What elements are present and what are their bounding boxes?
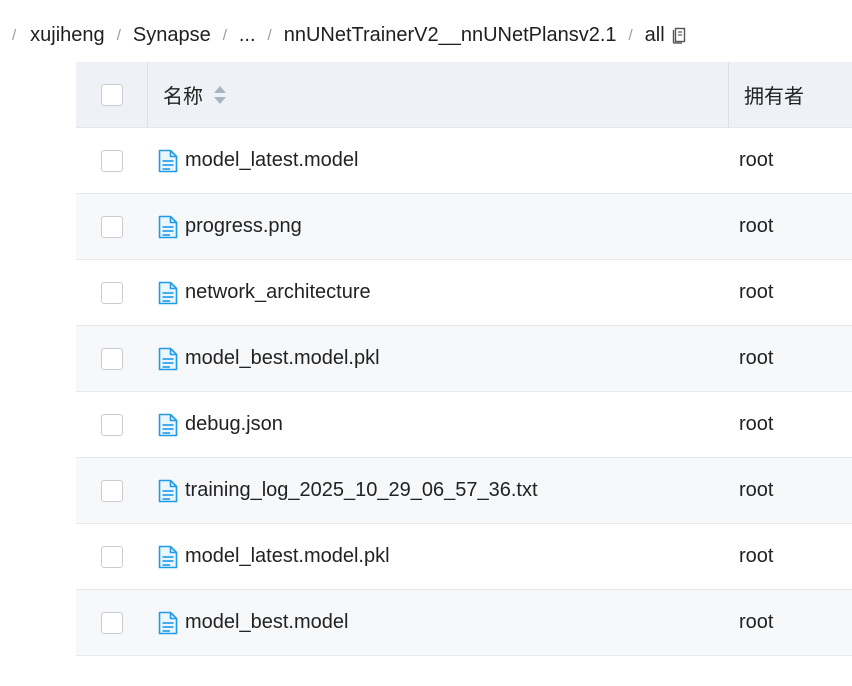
file-name-link[interactable]: network_architecture <box>185 281 371 304</box>
file-name-cell: network_architecture <box>147 281 728 305</box>
table-row[interactable]: model_best.model root <box>76 590 852 656</box>
row-checkbox-cell <box>76 281 147 304</box>
table-header: 名称 拥有者 <box>76 62 852 128</box>
table-row[interactable]: model_best.model.pkl root <box>76 326 852 392</box>
copy-icon[interactable] <box>671 26 687 44</box>
file-name-cell: model_latest.model.pkl <box>147 545 728 569</box>
row-checkbox[interactable] <box>100 215 123 238</box>
file-name-cell: model_latest.model <box>147 149 728 173</box>
row-checkbox-cell <box>76 479 147 502</box>
table-row[interactable]: progress.png root <box>76 194 852 260</box>
file-icon <box>158 149 178 173</box>
breadcrumb-separator: / <box>267 26 272 44</box>
file-name-cell: progress.png <box>147 215 728 239</box>
file-owner: root <box>739 479 774 501</box>
breadcrumb-item-trainer[interactable]: nnUNetTrainerV2__nnUNetPlansv2.1 <box>284 24 617 47</box>
table-row[interactable]: model_latest.model root <box>76 128 852 194</box>
column-header-owner: 拥有者 <box>729 62 852 127</box>
file-name-link[interactable]: progress.png <box>185 215 302 238</box>
row-checkbox[interactable] <box>100 281 123 304</box>
row-checkbox[interactable] <box>100 545 123 568</box>
file-icon <box>158 479 178 503</box>
table-row[interactable]: model_latest.model.pkl root <box>76 524 852 590</box>
breadcrumb-separator: / <box>222 26 227 44</box>
breadcrumb-separator: / <box>12 26 17 44</box>
file-table: 名称 拥有者 model_latest.model root progress.… <box>76 62 852 656</box>
breadcrumb-item-user[interactable]: xujiheng <box>30 24 105 47</box>
column-header-name[interactable]: 名称 <box>148 62 729 127</box>
file-owner: root <box>739 215 774 237</box>
table-body: model_latest.model root progress.png roo… <box>76 128 852 656</box>
file-name-link[interactable]: training_log_2025_10_29_06_57_36.txt <box>185 479 538 502</box>
table-row[interactable]: debug.json root <box>76 392 852 458</box>
column-header-owner-label: 拥有者 <box>744 86 804 108</box>
breadcrumb-separator: / <box>628 26 633 44</box>
select-all-checkbox[interactable] <box>100 83 123 106</box>
file-name-link[interactable]: model_best.model.pkl <box>185 347 380 370</box>
file-owner: root <box>739 149 774 171</box>
file-name-cell: debug.json <box>147 413 728 437</box>
row-checkbox-cell <box>76 149 147 172</box>
sort-icon[interactable] <box>213 85 227 105</box>
row-checkbox[interactable] <box>100 479 123 502</box>
breadcrumb-item-current: all <box>644 23 665 46</box>
file-name-cell: model_best.model.pkl <box>147 347 728 371</box>
file-owner: root <box>739 611 774 633</box>
table-row[interactable]: training_log_2025_10_29_06_57_36.txt roo… <box>76 458 852 524</box>
file-icon <box>158 281 178 305</box>
file-name-link[interactable]: debug.json <box>185 413 283 436</box>
column-header-name-label: 名称 <box>163 86 203 108</box>
table-row[interactable]: network_architecture root <box>76 260 852 326</box>
row-checkbox[interactable] <box>100 611 123 634</box>
file-icon <box>158 347 178 371</box>
row-checkbox-cell <box>76 347 147 370</box>
file-icon <box>158 545 178 569</box>
row-checkbox-cell <box>76 611 147 634</box>
select-all-cell <box>76 62 148 127</box>
breadcrumb-item-synapse[interactable]: Synapse <box>133 24 211 47</box>
file-owner: root <box>739 281 774 303</box>
file-name-link[interactable]: model_best.model <box>185 611 348 634</box>
file-icon <box>158 611 178 635</box>
row-checkbox[interactable] <box>100 347 123 370</box>
row-checkbox-cell <box>76 413 147 436</box>
file-name-cell: training_log_2025_10_29_06_57_36.txt <box>147 479 728 503</box>
row-checkbox[interactable] <box>100 413 123 436</box>
file-icon <box>158 413 178 437</box>
row-checkbox-cell <box>76 545 147 568</box>
file-owner: root <box>739 545 774 567</box>
file-name-cell: model_best.model <box>147 611 728 635</box>
breadcrumb-separator: / <box>116 26 121 44</box>
row-checkbox[interactable] <box>100 149 123 172</box>
breadcrumb: / xujiheng / Synapse / ... / nnUNetTrain… <box>0 0 852 70</box>
file-name-link[interactable]: model_latest.model <box>185 149 358 172</box>
breadcrumb-item-ellipsis[interactable]: ... <box>239 24 256 47</box>
row-checkbox-cell <box>76 215 147 238</box>
file-owner: root <box>739 347 774 369</box>
file-owner: root <box>739 413 774 435</box>
file-icon <box>158 215 178 239</box>
file-name-link[interactable]: model_latest.model.pkl <box>185 545 390 568</box>
